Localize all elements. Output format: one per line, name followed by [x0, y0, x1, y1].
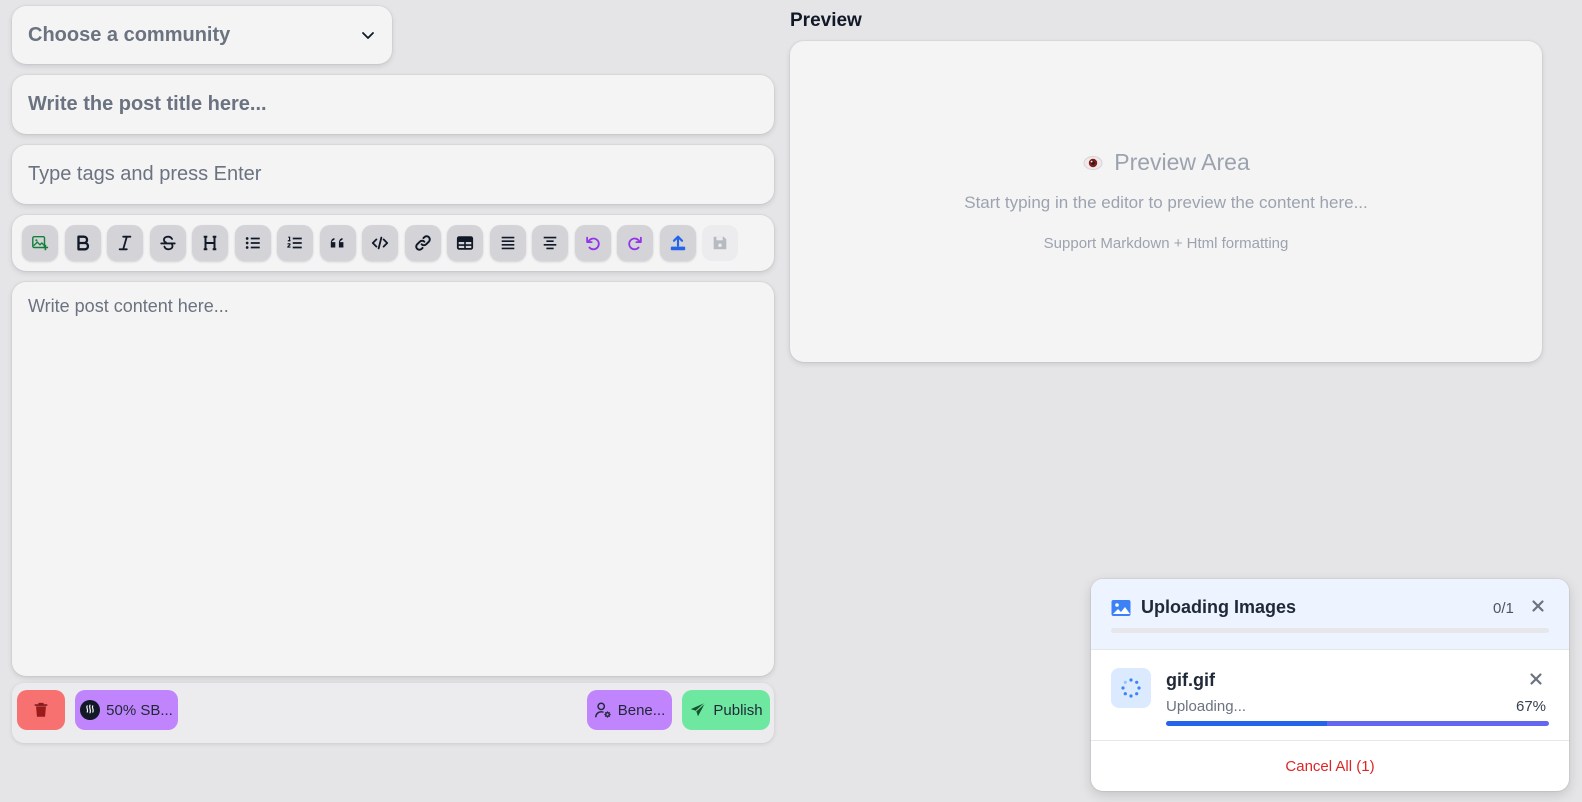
eye-icon: [1083, 155, 1103, 170]
bold-button[interactable]: [64, 225, 101, 261]
close-panel-icon[interactable]: [1530, 598, 1546, 614]
save-icon: [713, 236, 727, 250]
spinner-icon: [1111, 668, 1151, 708]
preview-heading: Preview Area: [1082, 149, 1250, 176]
undo-button[interactable]: [574, 225, 611, 261]
preview-formatting-note: Support Markdown + Html formatting: [1043, 235, 1289, 252]
upload-panel-title: Uploading Images: [1141, 597, 1297, 617]
upload-count: 0/1: [1493, 600, 1514, 617]
preview-area: Preview Area Start typing in the editor …: [790, 41, 1542, 362]
italic-icon: [118, 235, 132, 251]
delete-draft-button[interactable]: [17, 690, 65, 730]
strikethrough-icon: [159, 235, 176, 251]
title-field-container: [12, 75, 774, 134]
link-icon: [414, 235, 431, 251]
tags-input[interactable]: [28, 163, 758, 186]
paper-plane-icon: [691, 702, 706, 717]
beneficiaries-button[interactable]: Bene...: [587, 690, 672, 730]
numbered-list-icon: [287, 236, 302, 249]
community-select[interactable]: Choose a community: [12, 6, 392, 64]
upload-panel: Uploading Images 0/1 gif.gif Uploading..…: [1091, 579, 1569, 791]
align-center-icon: [543, 236, 557, 250]
action-bar: 50% SB... Bene... Publish: [12, 683, 774, 743]
image-icon: [1111, 600, 1131, 616]
file-progress-fill: [1166, 721, 1549, 726]
upload-percent: 67%: [1516, 698, 1547, 715]
link-button[interactable]: [404, 225, 441, 261]
table-button[interactable]: [447, 225, 483, 261]
upload-item: gif.gif Uploading... 67%: [1091, 650, 1569, 741]
post-content-textarea[interactable]: [28, 296, 758, 662]
justify-button[interactable]: [489, 225, 526, 261]
file-progress-bar: [1166, 721, 1549, 726]
strikethrough-button[interactable]: [149, 225, 186, 261]
bold-icon: [76, 235, 89, 251]
upload-button[interactable]: [659, 225, 696, 261]
upload-panel-footer: Cancel All (1): [1091, 741, 1569, 791]
payout-setting-label: 50% SB...: [106, 701, 173, 719]
italic-button[interactable]: [107, 225, 143, 261]
justify-icon: [501, 236, 514, 250]
numbered-list-button[interactable]: [277, 225, 313, 261]
payout-setting-button[interactable]: 50% SB...: [75, 690, 178, 730]
table-icon: [456, 236, 474, 250]
bullet-list-icon: [245, 237, 260, 249]
code-icon: [371, 236, 389, 250]
undo-icon: [585, 236, 600, 251]
publish-button[interactable]: Publish: [682, 690, 770, 730]
heading-icon: [203, 235, 217, 251]
code-button[interactable]: [362, 225, 398, 261]
formatting-toolbar: [12, 215, 774, 271]
beneficiaries-label: Bene...: [617, 701, 666, 719]
post-title-input[interactable]: [28, 93, 758, 116]
cancel-all-button[interactable]: Cancel All (1): [1285, 758, 1374, 775]
upload-panel-header: Uploading Images 0/1: [1091, 579, 1569, 650]
quote-button[interactable]: [319, 225, 356, 261]
bullet-list-button[interactable]: [234, 225, 271, 261]
redo-button[interactable]: [617, 225, 653, 261]
community-select-label: Choose a community: [28, 23, 231, 46]
redo-icon: [628, 236, 642, 251]
trash-icon: [34, 702, 48, 717]
preview-subtitle: Start typing in the editor to preview th…: [964, 193, 1368, 212]
align-center-button[interactable]: [532, 225, 568, 261]
user-gear-icon: [594, 702, 611, 718]
upload-icon: [670, 235, 685, 251]
insert-image-button[interactable]: [22, 225, 58, 261]
tags-field-container: [12, 145, 774, 204]
quote-icon: [330, 238, 343, 248]
preview-area-title: Preview Area: [1114, 149, 1250, 175]
upload-file-name: gif.gif: [1166, 670, 1215, 690]
upload-status: Uploading...: [1166, 698, 1247, 715]
preview-section-title: Preview: [790, 10, 862, 31]
heading-button[interactable]: [192, 225, 228, 261]
publish-label: Publish: [713, 701, 763, 719]
save-draft-button[interactable]: [702, 225, 738, 261]
overall-progress-bar: [1111, 628, 1549, 633]
add-image-icon: [32, 235, 49, 251]
chevron-down-icon: [362, 32, 374, 39]
cancel-file-icon[interactable]: [1528, 671, 1544, 687]
content-field-container: [12, 282, 774, 676]
steem-logo-icon: [80, 700, 101, 720]
